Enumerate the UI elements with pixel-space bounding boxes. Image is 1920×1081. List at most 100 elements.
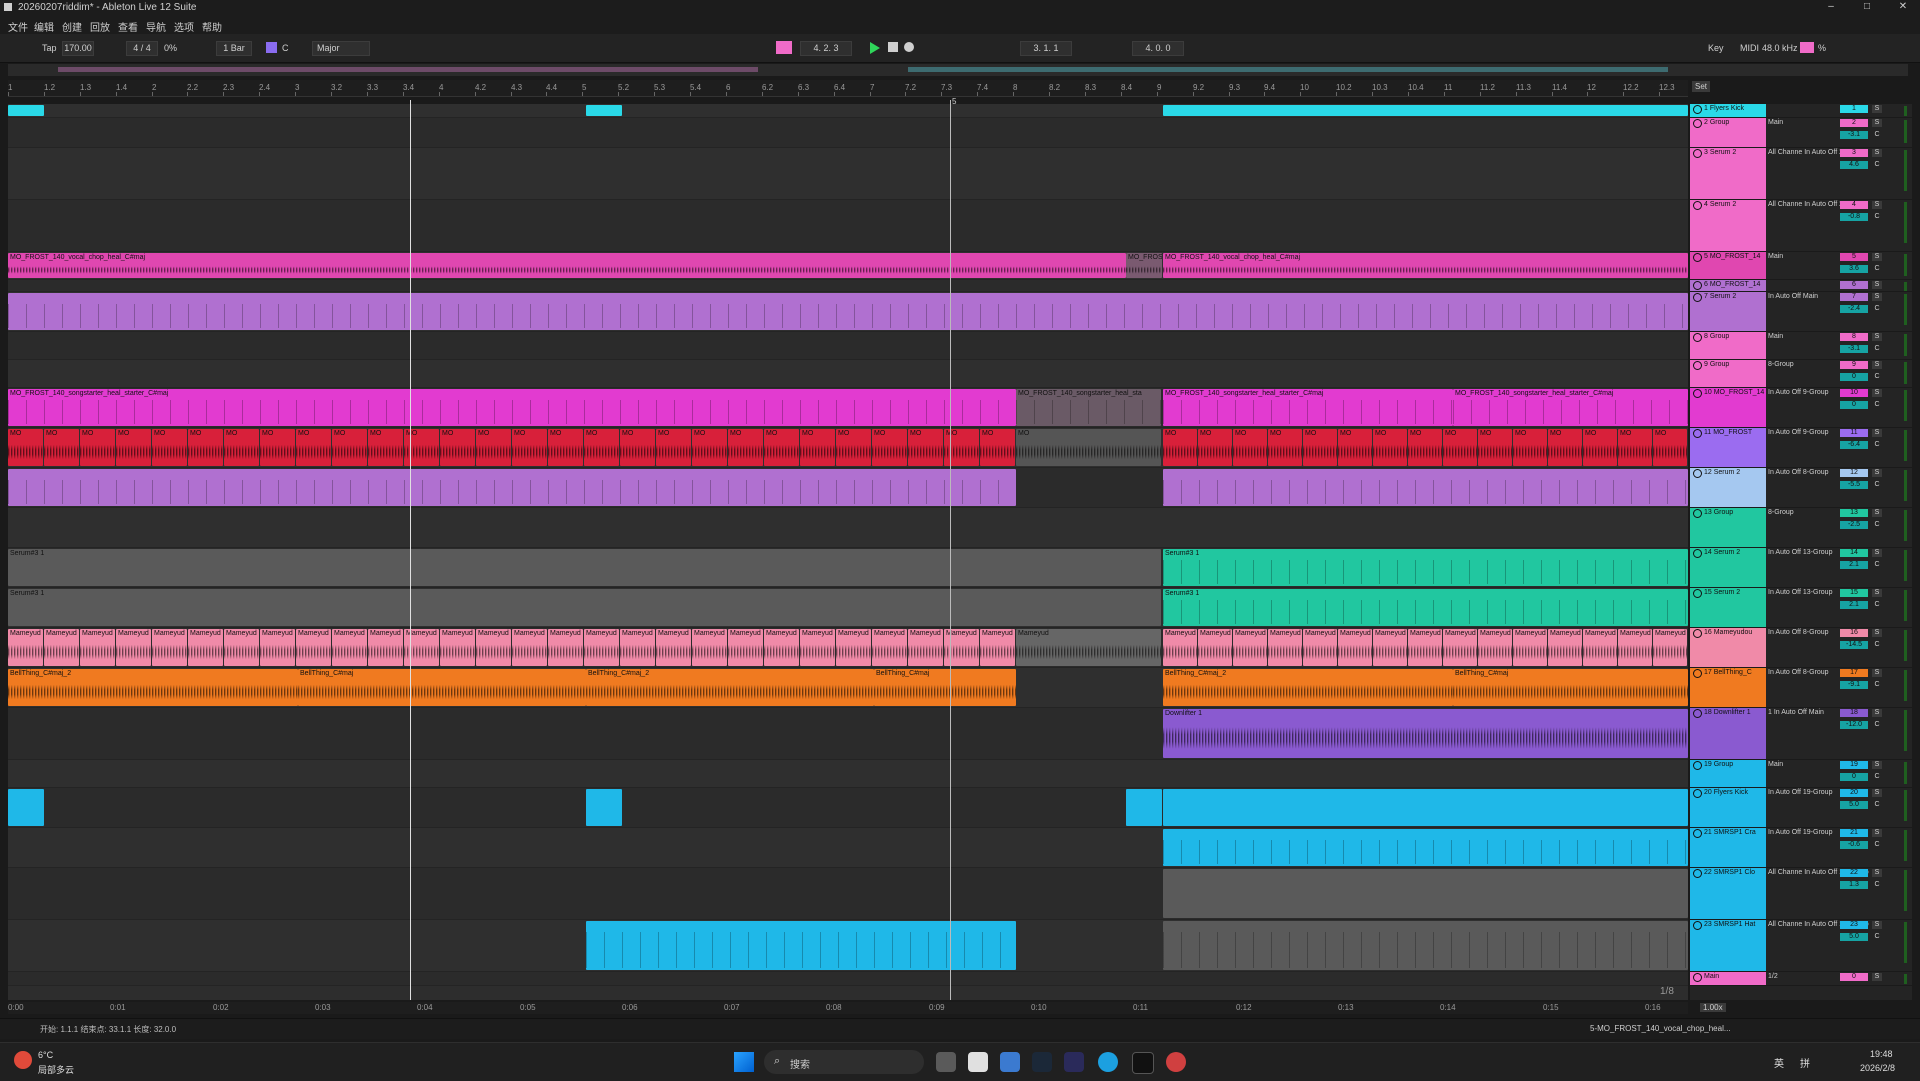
track-header[interactable]: 21 SMRSP1 Cra In Auto Off 19-Group 21 -0.6 S…	[1690, 828, 1912, 868]
track-header[interactable]: 8 Group Main 8 -3.1 S C	[1690, 332, 1912, 360]
pan-center[interactable]: C	[1872, 721, 1882, 729]
track-activator[interactable]: 1	[1840, 105, 1868, 113]
clip[interactable]: MO	[1548, 429, 1582, 466]
clip[interactable]: MO	[1408, 429, 1442, 466]
clip[interactable]: MO	[1513, 429, 1547, 466]
clip[interactable]: MO	[1618, 429, 1652, 466]
clip[interactable]: Mameyud	[1513, 629, 1547, 666]
clip[interactable]: BellThing_C#maj	[1453, 669, 1688, 706]
clip[interactable]: Mameyud	[620, 629, 655, 666]
track-activator[interactable]: 18	[1840, 709, 1868, 717]
track-routing[interactable]: In Auto Off 13-Group	[1768, 589, 1832, 596]
track-routing[interactable]: In Auto Off 8-Group	[1768, 629, 1829, 636]
track-lane[interactable]	[8, 280, 1688, 292]
track-volume[interactable]: 4.6	[1840, 161, 1868, 169]
track-fold-icon[interactable]	[1693, 333, 1702, 342]
track-routing[interactable]: Main	[1768, 253, 1783, 260]
track-header[interactable]: Main 1/2 0 S	[1690, 972, 1912, 986]
clip[interactable]: Mameyud	[1233, 629, 1267, 666]
clip[interactable]	[8, 789, 44, 826]
track-routing[interactable]: 8-Group	[1768, 509, 1794, 516]
solo-button[interactable]: S	[1872, 469, 1882, 477]
menu-playback[interactable]: 回放	[90, 19, 110, 34]
track-header[interactable]: 9 Group 8-Group 9 0 S C	[1690, 360, 1912, 388]
track-activator[interactable]: 9	[1840, 361, 1868, 369]
track-activator[interactable]: 6	[1840, 281, 1868, 289]
app-icon[interactable]	[1000, 1052, 1020, 1072]
clip[interactable]: Serum#3 1	[8, 589, 1161, 626]
track-name[interactable]: 3 Serum 2	[1704, 149, 1736, 156]
pan-center[interactable]: C	[1872, 305, 1882, 313]
track-volume[interactable]: -6.4	[1840, 441, 1868, 449]
clock-date[interactable]: 2026/2/8	[1860, 1063, 1895, 1073]
track-lane[interactable]	[8, 360, 1688, 388]
track-fold-icon[interactable]	[1693, 789, 1702, 798]
loop-length-field[interactable]: 4. 0. 0	[1132, 41, 1184, 56]
qq-icon[interactable]	[968, 1052, 988, 1072]
track-activator[interactable]: 15	[1840, 589, 1868, 597]
track-activator[interactable]: 7	[1840, 293, 1868, 301]
clip[interactable]: Mameyud	[836, 629, 871, 666]
track-name[interactable]: 8 Group	[1704, 333, 1729, 340]
track-activator[interactable]: 16	[1840, 629, 1868, 637]
clip[interactable]: Mameyud	[332, 629, 367, 666]
track-lane[interactable]	[8, 148, 1688, 200]
track-fold-icon[interactable]	[1693, 869, 1702, 878]
track-activator[interactable]: 8	[1840, 333, 1868, 341]
solo-button[interactable]: S	[1872, 789, 1882, 797]
track-fold-icon[interactable]	[1693, 281, 1702, 290]
track-name[interactable]: 11 MO_FROST	[1704, 429, 1752, 436]
clip[interactable]: MO_FROST_140_vocal_chop_heal_C#maj	[8, 253, 1126, 278]
pan-center[interactable]: C	[1872, 641, 1882, 649]
track-activator[interactable]: 23	[1840, 921, 1868, 929]
clip[interactable]: Mameyud	[8, 629, 43, 666]
clip[interactable]: MO	[1268, 429, 1302, 466]
track-header[interactable]: 15 Serum 2 In Auto Off 13-Group 15 2.1 S C	[1690, 588, 1912, 628]
solo-button[interactable]: S	[1872, 973, 1882, 981]
scale-select[interactable]: Major	[312, 41, 370, 56]
menu-help[interactable]: 帮助	[202, 19, 222, 34]
track-routing[interactable]: In Auto Off 13-Group	[1768, 549, 1832, 556]
clip[interactable]: MO	[1163, 429, 1197, 466]
key-select[interactable]: C	[282, 43, 289, 53]
clip[interactable]: MO	[1583, 429, 1617, 466]
song-position-field[interactable]: 4. 2. 3	[800, 41, 852, 56]
menu-create[interactable]: 创建	[62, 19, 82, 34]
clip[interactable]: BellThing_C#maj	[874, 669, 1016, 706]
track-fold-icon[interactable]	[1693, 829, 1702, 838]
track-activator[interactable]: 2	[1840, 119, 1868, 127]
menu-navigate[interactable]: 导航	[146, 19, 166, 34]
clip[interactable]: Mameyud	[980, 629, 1015, 666]
ableton-live-icon[interactable]	[1132, 1052, 1154, 1074]
clip[interactable]: MO	[692, 429, 727, 466]
clip[interactable]: MO	[980, 429, 1015, 466]
clip[interactable]: BellThing_C#maj	[298, 669, 586, 706]
clip[interactable]: Mameyud	[1338, 629, 1372, 666]
track-routing[interactable]: In Auto Off 9-Group	[1768, 389, 1829, 396]
track-fold-icon[interactable]	[1693, 293, 1702, 302]
close-button[interactable]: ✕	[1888, 1, 1918, 15]
clip[interactable]: MO	[1373, 429, 1407, 466]
pan-center[interactable]: C	[1872, 481, 1882, 489]
track-name[interactable]: 7 Serum 2	[1704, 293, 1736, 300]
track-header[interactable]: 16 Mameyudou In Auto Off 8-Group 16 -14.5 S C	[1690, 628, 1912, 668]
clip[interactable]: Mameyud	[152, 629, 187, 666]
track-lane[interactable]	[8, 760, 1688, 788]
track-name[interactable]: 21 SMRSP1 Cra	[1704, 829, 1756, 836]
clip[interactable]: MO	[1198, 429, 1232, 466]
beat-time-ruler[interactable]: 1 1.2 1.3 1.4 2 2.2 2.3 2.4 3 3.2 3.3 3.4 4 4.2 4.3 4.4…	[8, 80, 1688, 97]
track-activator[interactable]: 19	[1840, 761, 1868, 769]
scale-toggle-icon[interactable]	[266, 42, 277, 53]
clip[interactable]: Mameyud	[1268, 629, 1302, 666]
key-map-button[interactable]: Key	[1708, 43, 1724, 53]
track-routing[interactable]: 8-Group	[1768, 361, 1794, 368]
track-volume[interactable]: 2.1	[1840, 601, 1868, 609]
clip[interactable]: MO	[584, 429, 619, 466]
solo-button[interactable]: S	[1872, 869, 1882, 877]
track-name[interactable]: 2 Group	[1704, 119, 1729, 126]
clip[interactable]: Mameyud	[1478, 629, 1512, 666]
track-volume[interactable]: -14.5	[1840, 641, 1868, 649]
clock-time[interactable]: 19:48	[1870, 1049, 1893, 1059]
track-fold-icon[interactable]	[1693, 429, 1702, 438]
track-name[interactable]: 15 Serum 2	[1704, 589, 1740, 596]
